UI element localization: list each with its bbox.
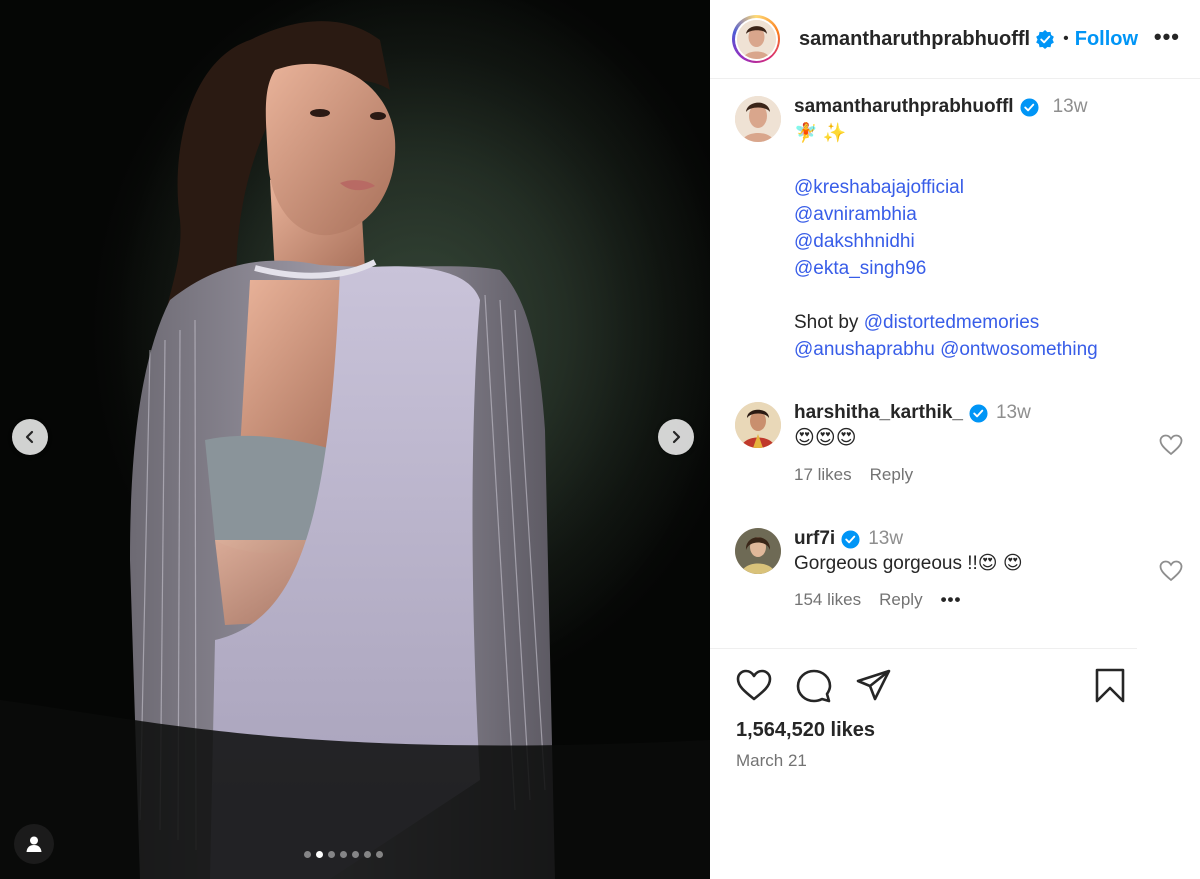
caption-avatar[interactable] [735, 96, 781, 142]
caption-mention[interactable]: @ontwosomething [940, 339, 1098, 360]
post-actions [736, 668, 1136, 708]
carousel-dot [376, 851, 383, 858]
comment-text: 😍😍😍 [794, 427, 857, 449]
verified-badge-icon [1036, 29, 1055, 49]
user-icon [26, 836, 42, 852]
comment-likes[interactable]: 17 likes [794, 465, 852, 485]
carousel-dot [364, 851, 371, 858]
carousel-dot [352, 851, 359, 858]
like-button[interactable] [736, 668, 772, 709]
caption-username[interactable]: samantharuthprabhuoffl [794, 96, 1014, 118]
caption-mention[interactable]: @anushaprabhu [794, 339, 935, 360]
carousel-dot [316, 851, 323, 858]
shot-by-label: Shot by [794, 312, 859, 333]
comment-username[interactable]: urf7i [794, 528, 835, 550]
bookmark-icon [1095, 668, 1125, 703]
header-username[interactable]: samantharuthprabhuoffl [799, 28, 1030, 51]
comment-bubble-icon [796, 669, 832, 703]
like-comment-button[interactable] [1159, 560, 1183, 587]
comment-time[interactable]: 13w [996, 402, 1031, 424]
comment-text: Gorgeous gorgeous !!😍 😍 [794, 553, 1023, 574]
post-media[interactable] [0, 0, 710, 879]
carousel-prev-button[interactable] [12, 419, 48, 455]
more-options-button[interactable]: ••• [1154, 24, 1180, 50]
actions-divider [710, 648, 1137, 649]
comment-avatar[interactable] [735, 402, 781, 448]
carousel-next-button[interactable] [658, 419, 694, 455]
caption-mention[interactable]: @kreshabajajofficial [794, 174, 1098, 201]
tagged-users-button[interactable] [14, 824, 54, 864]
profile-avatar[interactable] [732, 15, 780, 63]
comment-likes[interactable]: 154 likes [794, 590, 861, 610]
comment-avatar[interactable] [735, 528, 781, 574]
carousel-dot [340, 851, 347, 858]
like-comment-button[interactable] [1159, 434, 1183, 461]
carousel-indicator [304, 851, 383, 858]
heart-icon [1159, 434, 1183, 456]
paper-plane-icon [856, 669, 891, 701]
separator-dot: • [1063, 30, 1069, 47]
post-header: samantharuthprabhuoffl • Follow ••• [710, 0, 1200, 79]
comment-more-button[interactable]: ••• [941, 590, 962, 610]
post-photo [0, 21, 710, 879]
carousel-dot [328, 851, 335, 858]
post-side-panel: samantharuthprabhuoffl • Follow ••• sama… [710, 0, 1200, 879]
chevron-right-icon [672, 430, 681, 444]
save-button[interactable] [1094, 668, 1126, 709]
comment-item: harshitha_karthik_ 13w 😍😍😍 17 likes Repl… [735, 402, 1183, 485]
verified-badge-icon [841, 529, 860, 549]
reply-button[interactable]: Reply [879, 590, 922, 610]
comment-item: urf7i 13w Gorgeous gorgeous !!😍 😍 154 li… [735, 528, 1183, 610]
post-like-count[interactable]: 1,564,520 likes [736, 719, 875, 742]
caption-mention[interactable]: @distortedmemories [864, 312, 1040, 333]
share-button[interactable] [856, 668, 892, 709]
follow-button[interactable]: Follow [1075, 28, 1138, 51]
verified-badge-icon [1020, 97, 1039, 117]
caption-mention[interactable]: @ekta_singh96 [794, 255, 1098, 282]
comment-button[interactable] [796, 668, 832, 709]
avatar [736, 19, 776, 59]
comment-username[interactable]: harshitha_karthik_ [794, 402, 963, 424]
carousel-dot [304, 851, 311, 858]
post-caption: samantharuthprabhuoffl 13w 🧚 ✨ @kreshaba… [735, 96, 1175, 363]
heart-icon [736, 669, 772, 701]
caption-mention[interactable]: @avnirambhia [794, 201, 1098, 228]
caption-mention[interactable]: @dakshhnidhi [794, 228, 1098, 255]
caption-emoji-line: 🧚 ✨ [794, 123, 847, 144]
post-date[interactable]: March 21 [736, 751, 807, 771]
caption-time[interactable]: 13w [1053, 96, 1088, 118]
verified-badge-icon [969, 403, 988, 423]
chevron-left-icon [25, 430, 34, 444]
reply-button[interactable]: Reply [870, 465, 913, 485]
comment-time[interactable]: 13w [868, 528, 903, 550]
heart-icon [1159, 560, 1183, 582]
